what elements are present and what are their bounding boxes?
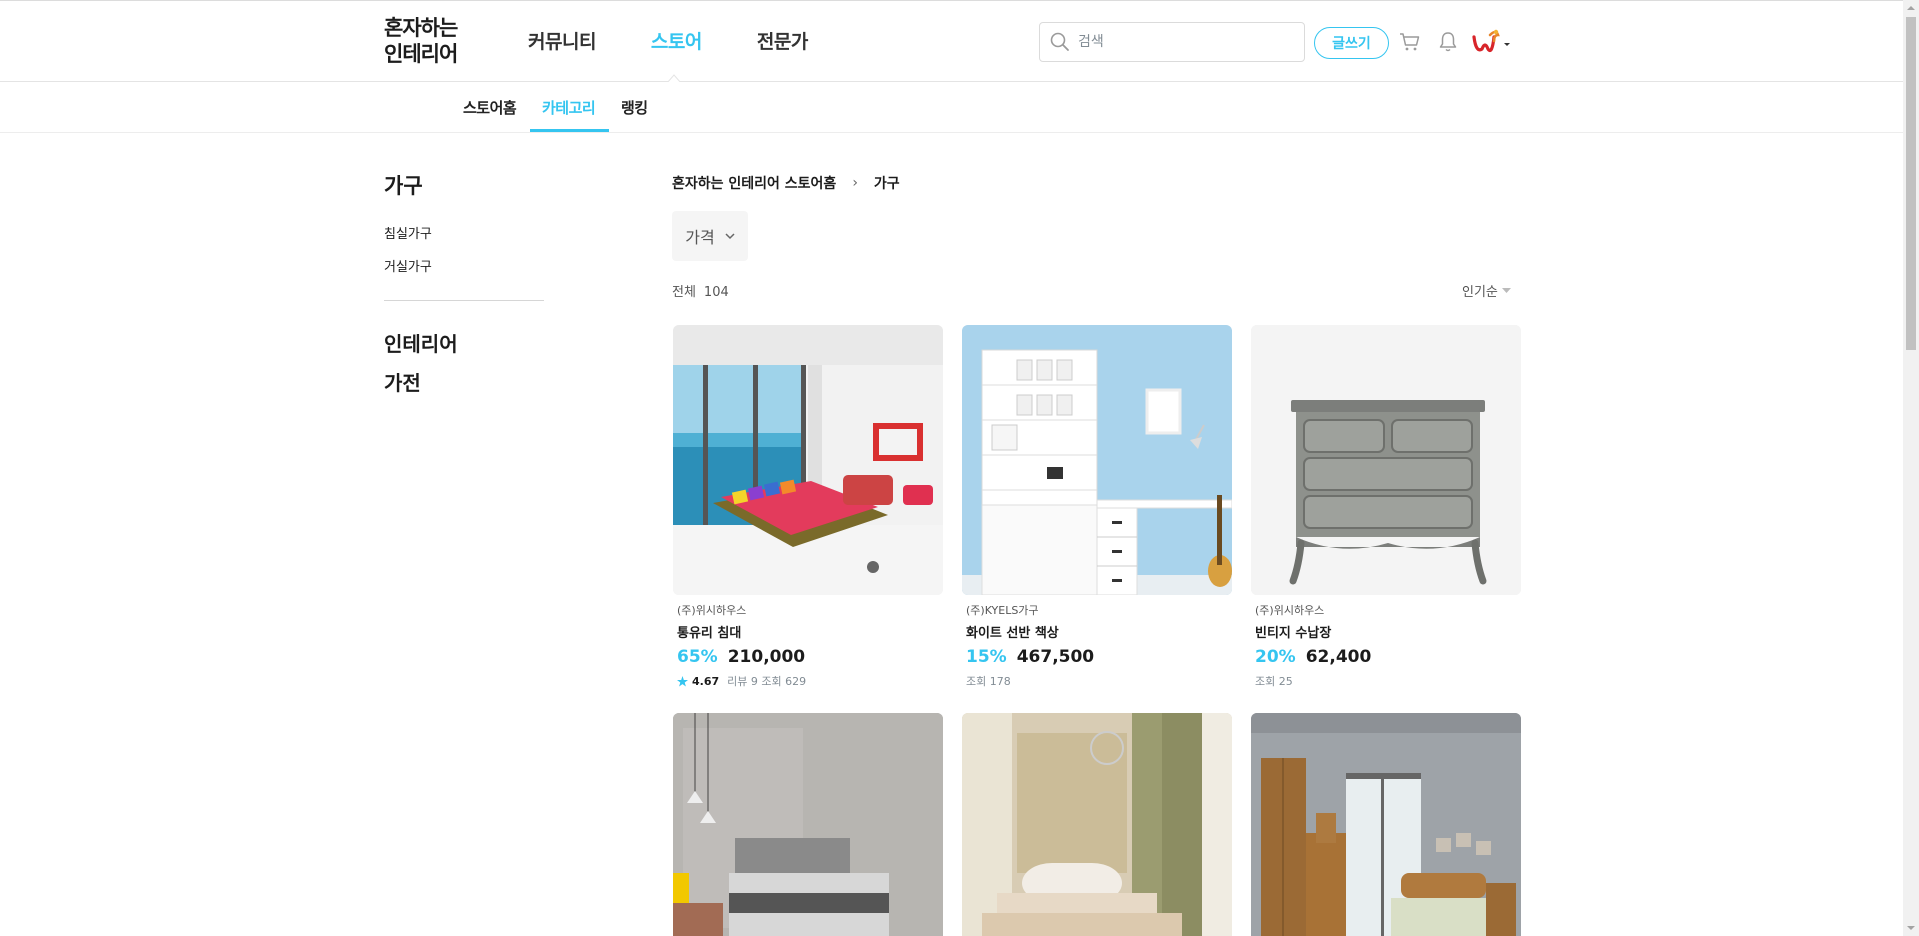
price-filter-button[interactable]: 가격 <box>672 211 748 261</box>
sidebar-item-livingroom[interactable]: 거실가구 <box>384 256 432 275</box>
star-icon <box>677 675 688 687</box>
sidebar-divider <box>384 300 544 301</box>
product-image-bed[interactable] <box>673 325 943 595</box>
product-brand: (주)KYELS가구 <box>966 604 1039 617</box>
product-brand: (주)위시하우스 <box>1255 604 1325 617</box>
product-card[interactable]: (주)위시하우스 통유리 침대 65% 210,000 4.67 리뷰 9 조회… <box>673 325 943 689</box>
avatar-icon <box>1472 29 1510 53</box>
user-avatar[interactable] <box>1470 27 1510 59</box>
product-meta: 4.67 리뷰 9 조회 629 <box>677 673 943 689</box>
product-stats: 리뷰 9 조회 629 <box>727 675 807 688</box>
product-stats: 조회 25 <box>1255 675 1293 688</box>
product-discount: 15% <box>966 647 1007 667</box>
breadcrumb-current[interactable]: 가구 <box>874 173 900 193</box>
sort-label: 인기순 <box>1462 285 1498 300</box>
product-image-classic-bedroom[interactable] <box>962 713 1232 936</box>
sidebar-item-interior[interactable]: 인테리어 <box>384 328 458 357</box>
nav-experts[interactable]: 전문가 <box>757 27 808 54</box>
cart-icon[interactable] <box>1398 30 1422 54</box>
sidebar-item-appliance[interactable]: 가전 <box>384 367 421 396</box>
search-box[interactable] <box>1039 22 1305 62</box>
store-subnav: 스토어홈 카테고리 랭킹 <box>0 82 1903 133</box>
price-filter-label: 가격 <box>685 228 715 247</box>
product-stats: 조회 178 <box>966 675 1011 688</box>
result-count: 전체 104 <box>672 281 729 300</box>
product-name[interactable]: 화이트 선반 책상 <box>966 622 1232 641</box>
count-value: 104 <box>703 285 729 300</box>
tab-store-home[interactable]: 스토어홈 <box>463 97 517 118</box>
breadcrumb-home[interactable]: 혼자하는 인테리어 스토어홈 <box>672 173 836 193</box>
product-card[interactable]: (주)KYELS가구 화이트 선반 책상 15% 467,500 조회 178 <box>962 325 1232 689</box>
sort-dropdown[interactable]: 인기순 <box>1462 281 1511 300</box>
product-name[interactable]: 빈티지 수납장 <box>1255 622 1521 641</box>
bell-icon[interactable] <box>1436 30 1460 54</box>
active-tab-underline <box>530 129 609 132</box>
product-discount: 20% <box>1255 647 1296 667</box>
product-card[interactable] <box>673 713 943 936</box>
product-price: 467,500 <box>1016 647 1095 667</box>
product-card[interactable] <box>1251 713 1521 936</box>
chevron-down-icon <box>1504 43 1510 46</box>
product-brand: (주)위시하우스 <box>677 604 747 617</box>
count-label: 전체 <box>672 285 696 300</box>
scroll-down-arrow-icon[interactable] <box>1906 923 1916 933</box>
top-header: 혼자하는 인테리어 커뮤니티 스토어 전문가 글쓰기 <box>0 0 1903 83</box>
product-name[interactable]: 통유리 침대 <box>677 622 943 641</box>
breadcrumb: 혼자하는 인테리어 스토어홈 › 가구 <box>672 173 900 193</box>
product-price-row: 15% 467,500 <box>966 647 1232 667</box>
nav-store[interactable]: 스토어 <box>651 27 702 54</box>
main-nav: 커뮤니티 스토어 전문가 <box>528 27 863 54</box>
logo-line-2: 인테리어 <box>384 42 458 66</box>
product-rating: 4.67 <box>692 674 720 688</box>
site-logo[interactable]: 혼자하는 인테리어 <box>384 15 458 67</box>
search-input[interactable] <box>1078 34 1278 50</box>
product-meta: 조회 25 <box>1255 673 1521 689</box>
product-price-row: 20% 62,400 <box>1255 647 1521 667</box>
write-button[interactable]: 글쓰기 <box>1314 27 1389 59</box>
scroll-up-arrow-icon[interactable] <box>1906 3 1916 13</box>
product-image-grey-bed[interactable] <box>673 713 943 936</box>
product-card[interactable] <box>962 713 1232 936</box>
product-discount: 65% <box>677 647 718 667</box>
product-price: 62,400 <box>1305 647 1372 667</box>
product-price: 210,000 <box>727 647 806 667</box>
caret-down-icon <box>1501 287 1511 293</box>
product-image-vintage-cabinet[interactable] <box>1251 325 1521 595</box>
tab-ranking[interactable]: 랭킹 <box>621 97 648 118</box>
product-price-row: 65% 210,000 <box>677 647 943 667</box>
sidebar-title[interactable]: 가구 <box>384 170 423 200</box>
tab-category[interactable]: 카테고리 <box>542 97 596 118</box>
product-image-wood-bedroom[interactable] <box>1251 713 1521 936</box>
chevron-down-icon <box>725 232 735 239</box>
product-card[interactable]: (주)위시하우스 빈티지 수납장 20% 62,400 조회 25 <box>1251 325 1521 689</box>
scrollbar-thumb[interactable] <box>1906 17 1916 350</box>
logo-line-1: 혼자하는 <box>384 16 458 40</box>
search-icon <box>1050 32 1069 51</box>
sidebar-item-bedroom[interactable]: 침실가구 <box>384 223 432 242</box>
breadcrumb-separator: › <box>852 175 858 191</box>
product-image-bookshelf-desk[interactable] <box>962 325 1232 595</box>
product-meta: 조회 178 <box>966 673 1232 689</box>
nav-community[interactable]: 커뮤니티 <box>528 27 596 54</box>
